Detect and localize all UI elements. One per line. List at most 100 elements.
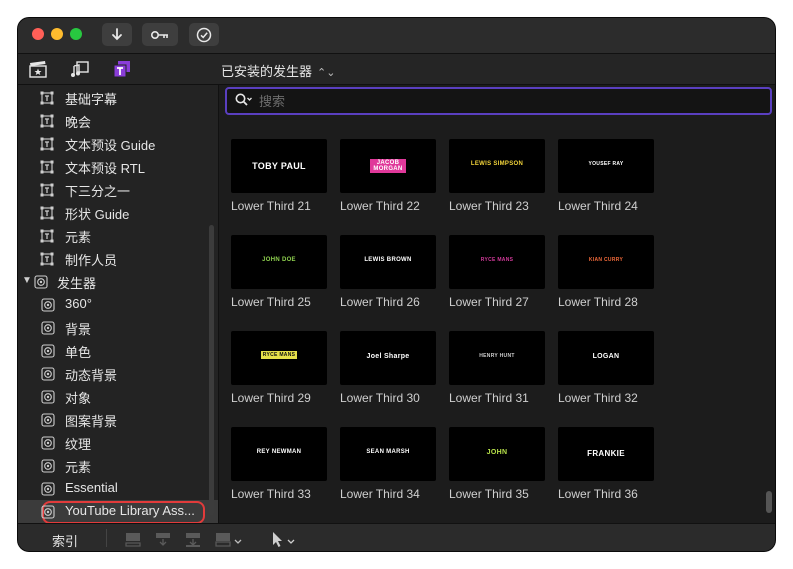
thumbnail-preview-text: TOBY PAUL [252, 161, 306, 171]
sidebar-item-label: 背景 [65, 322, 92, 337]
append-clip-icon[interactable] [182, 530, 204, 548]
title-icon [40, 206, 54, 220]
generator-label[interactable]: Lower Third 31 [449, 391, 559, 405]
background-tasks-button[interactable] [189, 23, 219, 46]
music-photo-icon [71, 61, 89, 77]
generator-icon [41, 321, 55, 335]
thumbnail-preview-text: LOGAN [592, 353, 620, 360]
generator-label[interactable]: Lower Third 25 [231, 295, 341, 309]
sidebar-item-generator-category[interactable]: 背景 [18, 316, 218, 339]
import-arrow-icon [112, 27, 122, 40]
generator-label[interactable]: Lower Third 34 [340, 487, 450, 501]
thumbnail-preview-text: FRANKIE [587, 449, 625, 458]
sidebar-item-title-category[interactable]: 文本预设 Guide [18, 132, 218, 155]
generator-label[interactable]: Lower Third 24 [558, 199, 668, 213]
generator-label[interactable]: Lower Third 22 [340, 199, 450, 213]
generator-icon [41, 459, 55, 473]
generator-thumbnail[interactable]: Joel Sharpe [340, 331, 436, 385]
sidebar-item-generator-category[interactable]: 元素 [18, 454, 218, 477]
generator-label[interactable]: Lower Third 21 [231, 199, 341, 213]
title-icon [40, 91, 54, 105]
generator-label[interactable]: Lower Third 26 [340, 295, 450, 309]
generator-thumbnail[interactable]: REY NEWMAN [231, 427, 327, 481]
sidebar-item-title-category[interactable]: 形状 Guide [18, 201, 218, 224]
search-input[interactable] [257, 90, 741, 112]
disclosure-triangle-icon[interactable]: ▼ [22, 275, 32, 286]
tab-titles-generators[interactable] [111, 59, 133, 79]
sidebar-item-title-category[interactable]: 文本预设 RTL [18, 155, 218, 178]
sidebar-item-label: Essential [65, 480, 118, 495]
sidebar-item-generator-category[interactable]: 动态背景 [18, 362, 218, 385]
sidebar-item-title-category[interactable]: 晚会 [18, 109, 218, 132]
sidebar-item-title-category[interactable]: 制作人员 [18, 247, 218, 270]
sidebar-item-title-category[interactable]: 下三分之一 [18, 178, 218, 201]
search-icon[interactable] [235, 93, 253, 107]
generator-label[interactable]: Lower Third 36 [558, 487, 668, 501]
thumbnail-preview-text: SEAN MARSH [366, 449, 410, 455]
generator-thumbnail[interactable]: YOUSEF RAY [558, 139, 654, 193]
title-icon [40, 114, 54, 128]
keyword-button[interactable] [142, 23, 178, 46]
generator-thumbnail[interactable]: FRANKIE [558, 427, 654, 481]
sidebar-item-title-category[interactable]: 元素 [18, 224, 218, 247]
generator-thumbnail[interactable]: LEWIS BROWN [340, 235, 436, 289]
sidebar-item-label: 晚会 [65, 115, 92, 130]
generator-label[interactable]: Lower Third 29 [231, 391, 341, 405]
import-button[interactable] [102, 23, 132, 46]
title-bar [18, 18, 775, 54]
generator-label[interactable]: Lower Third 28 [558, 295, 668, 309]
generator-thumbnail[interactable]: RYCE MANS [449, 235, 545, 289]
thumbnail-preview-text: LEWIS SIMPSON [470, 161, 524, 167]
close-window-button[interactable] [32, 28, 44, 40]
generator-thumbnail[interactable]: JOHN [449, 427, 545, 481]
generator-label[interactable]: Lower Third 32 [558, 391, 668, 405]
search-field[interactable] [225, 87, 772, 115]
generator-label[interactable]: Lower Third 23 [449, 199, 559, 213]
thumbnail-preview-text: LEWIS BROWN [364, 257, 412, 263]
tab-libraries[interactable] [27, 59, 49, 79]
generator-thumbnail[interactable]: RYCE MANS [231, 331, 327, 385]
generators-title-dropdown[interactable]: 已安装的发生器 ⌃⌄ [221, 61, 335, 80]
thumbnail-preview-text: KIAN CURRY [588, 257, 624, 263]
overwrite-clip-dropdown-icon[interactable] [212, 530, 246, 548]
minimize-window-button[interactable] [51, 28, 63, 40]
sidebar-item-generators[interactable]: ▼ 发生器 [18, 270, 218, 293]
generator-thumbnail[interactable]: JACOB MORGAN [340, 139, 436, 193]
generator-thumbnail[interactable]: JOHN DOE [231, 235, 327, 289]
thumbnail-preview-text: REY NEWMAN [256, 449, 302, 455]
sidebar-item-generator-category[interactable]: 纹理 [18, 431, 218, 454]
thumbnail-preview-text: JOHN DOE [262, 257, 296, 263]
zoom-window-button[interactable] [70, 28, 82, 40]
sidebar-item-label: 单色 [65, 345, 92, 360]
generator-thumbnail[interactable]: SEAN MARSH [340, 427, 436, 481]
sidebar-item-title-category[interactable]: 基础字幕 [18, 86, 218, 109]
sidebar-item-generator-category[interactable]: 对象 [18, 385, 218, 408]
insert-clip-icon[interactable] [152, 530, 174, 548]
select-tool-dropdown-icon[interactable] [268, 530, 302, 548]
index-button[interactable]: 索引 [52, 531, 78, 550]
generator-thumbnail[interactable]: LOGAN [558, 331, 654, 385]
generator-thumbnail[interactable]: KIAN CURRY [558, 235, 654, 289]
sidebar-item-generator-category[interactable]: 360° [18, 293, 218, 316]
sidebar-item-label: 文本预设 Guide [65, 138, 156, 153]
generator-thumbnail[interactable]: LEWIS SIMPSON [449, 139, 545, 193]
generator-label[interactable]: Lower Third 27 [449, 295, 559, 309]
connect-clip-icon[interactable] [122, 530, 144, 548]
generator-thumbnail[interactable]: TOBY PAUL [231, 139, 327, 193]
sidebar-item-generator-category[interactable]: Essential [18, 477, 218, 500]
sidebar-item-generator-category[interactable]: 单色 [18, 339, 218, 362]
scrollbar-thumb[interactable] [766, 491, 772, 513]
sidebar-item-label: 制作人员 [65, 253, 118, 268]
generator-browser: TOBY PAUL Lower Third 21 JACOB MORGAN Lower… [219, 85, 775, 523]
generator-label[interactable]: Lower Third 35 [449, 487, 559, 501]
tab-photos-audio[interactable] [69, 59, 91, 79]
sidebar-item-generator-category[interactable]: YouTube Library Ass... [18, 500, 218, 523]
chevron-up-down-icon: ⌃⌄ [317, 67, 336, 79]
generator-label[interactable]: Lower Third 33 [231, 487, 341, 501]
sidebar-item-label: 文本预设 RTL [65, 161, 145, 176]
sidebar-item-generator-category[interactable]: 图案背景 [18, 408, 218, 431]
generator-thumbnail[interactable]: HENRY HUNT [449, 331, 545, 385]
generator-label[interactable]: Lower Third 30 [340, 391, 450, 405]
thumbnail-preview-text: JACOB MORGAN [370, 159, 406, 173]
sidebar-scrollbar[interactable] [209, 225, 214, 515]
